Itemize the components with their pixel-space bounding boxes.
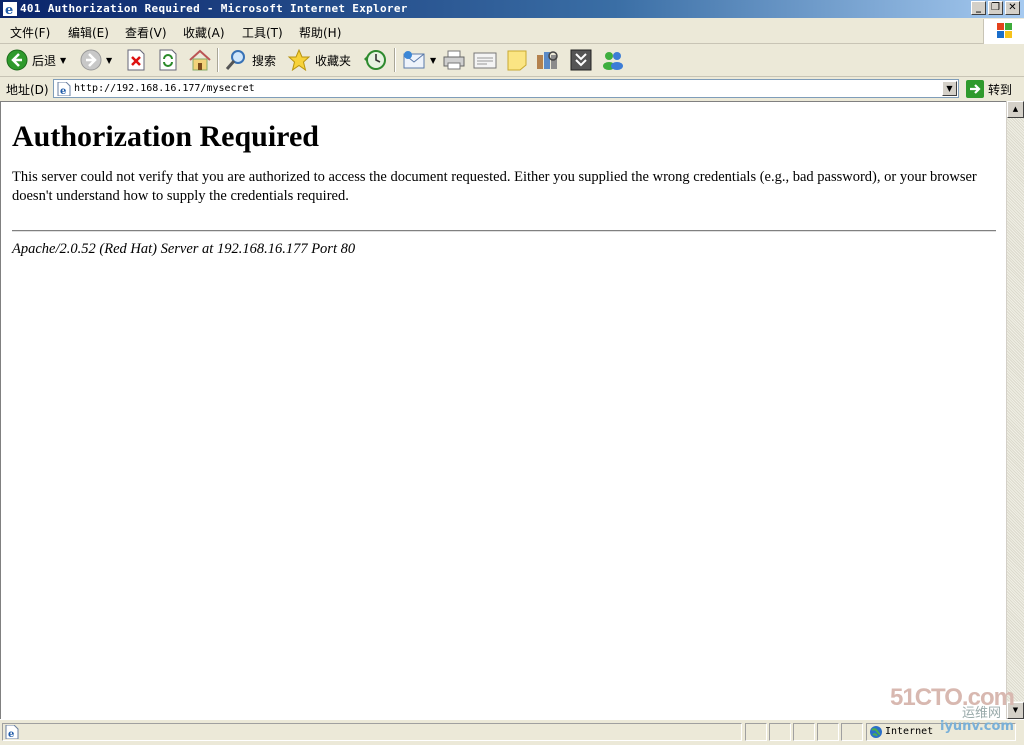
- minimize-button[interactable]: _: [971, 1, 986, 15]
- window-title: 401 Authorization Required - Microsoft I…: [20, 2, 408, 15]
- search-icon: [225, 50, 245, 70]
- windows-logo-icon: [983, 19, 1024, 44]
- edit-page-icon: [473, 52, 497, 69]
- site-watermark: 51CTO.com 运维网 iyunv.com: [890, 684, 1020, 742]
- sticky-note-icon: [507, 50, 527, 71]
- back-label: 后退: [32, 53, 57, 68]
- address-label: 地址(D): [6, 83, 49, 97]
- svg-text:e: e: [60, 86, 66, 96]
- page-heading: Authorization Required: [12, 120, 319, 153]
- standard-toolbar: 后退 ▼ ▼ 搜索 收藏夹 ▼: [0, 44, 1024, 77]
- stop-icon: [127, 49, 145, 71]
- error-message: This server could not verify that you ar…: [12, 169, 977, 204]
- page-icon: e: [57, 81, 71, 99]
- refresh-icon: [159, 49, 177, 71]
- restore-button[interactable]: ❐: [988, 1, 1003, 15]
- mail-icon: [403, 51, 425, 69]
- menu-bar: 文件(F) 编辑(E) 查看(V) 收藏(A) 工具(T) 帮助(H): [0, 19, 1024, 44]
- edit-button[interactable]: [472, 47, 498, 73]
- status-page-icon: e: [5, 724, 19, 742]
- favorites-label: 收藏夹: [315, 53, 352, 68]
- favorites-star-icon: [287, 49, 311, 71]
- scroll-track[interactable]: [1007, 118, 1024, 701]
- menu-file[interactable]: 文件(F): [10, 24, 50, 41]
- toolbar-extension-button[interactable]: [569, 47, 593, 73]
- discuss-button[interactable]: [505, 47, 529, 73]
- print-button[interactable]: [442, 47, 466, 73]
- forward-button[interactable]: ▼: [80, 47, 112, 73]
- research-icon: [537, 51, 558, 69]
- toolbar-separator: [217, 48, 219, 72]
- status-panel: [841, 723, 863, 741]
- extension-icon: [570, 49, 592, 71]
- window-titlebar[interactable]: e 401 Authorization Required - Microsoft…: [0, 0, 1024, 18]
- svg-text:e: e: [8, 729, 14, 739]
- favorites-button[interactable]: 收藏夹: [287, 47, 351, 73]
- globe-icon: [869, 725, 883, 742]
- status-panel: [817, 723, 839, 741]
- address-bar: 地址(D) e http://192.168.16.177/mysecret ▼…: [0, 77, 1024, 101]
- page-viewport[interactable]: Authorization Required This server could…: [0, 101, 1006, 719]
- history-button[interactable]: [362, 47, 388, 73]
- back-dropdown-icon[interactable]: ▼: [60, 56, 66, 65]
- page-content: Authorization Required This server could…: [12, 102, 998, 259]
- watermark-sub: iyunv.com: [940, 719, 1014, 734]
- printer-icon: [443, 50, 465, 70]
- address-url: http://192.168.16.177/mysecret: [74, 83, 255, 94]
- status-panel: [745, 723, 767, 741]
- menu-view[interactable]: 查看(V): [125, 24, 167, 41]
- search-button[interactable]: 搜索: [224, 47, 276, 73]
- address-input[interactable]: e http://192.168.16.177/mysecret ▼: [53, 79, 959, 98]
- server-signature: Apache/2.0.52 (Red Hat) Server at 192.16…: [12, 241, 356, 257]
- status-panel: [793, 723, 815, 741]
- go-label: 转到: [988, 82, 1013, 97]
- menu-help[interactable]: 帮助(H): [299, 24, 341, 41]
- vertical-scrollbar[interactable]: ▲ ▼: [1006, 101, 1024, 719]
- close-button[interactable]: ✕: [1005, 1, 1020, 15]
- status-bar: e Internet: [0, 719, 1024, 745]
- forward-arrow-icon: [80, 49, 102, 71]
- menu-tools[interactable]: 工具(T): [242, 24, 283, 41]
- scroll-up-button[interactable]: ▲: [1007, 101, 1024, 118]
- mail-dropdown-icon[interactable]: ▼: [430, 56, 436, 65]
- menu-favorites[interactable]: 收藏(A): [183, 24, 225, 41]
- status-panel: [769, 723, 791, 741]
- refresh-button[interactable]: [158, 47, 178, 73]
- ie-icon: e: [3, 2, 17, 18]
- toolbar-separator: [394, 48, 396, 72]
- svg-text:e: e: [5, 3, 13, 16]
- forward-dropdown-icon[interactable]: ▼: [106, 56, 112, 65]
- back-arrow-icon: [6, 49, 28, 71]
- history-icon: [364, 50, 386, 70]
- home-button[interactable]: [188, 47, 212, 73]
- home-icon: [189, 49, 211, 71]
- mail-button[interactable]: ▼: [402, 47, 436, 73]
- messenger-icon: [603, 52, 623, 70]
- menu-edit[interactable]: 编辑(E): [68, 24, 109, 41]
- search-label: 搜索: [252, 53, 277, 68]
- address-dropdown-button[interactable]: ▼: [942, 81, 957, 96]
- research-button[interactable]: [535, 47, 561, 73]
- go-button[interactable]: 转到: [966, 80, 1012, 98]
- status-text-panel: e: [2, 723, 742, 741]
- divider: [12, 230, 996, 232]
- messenger-button[interactable]: [600, 47, 626, 73]
- back-button[interactable]: 后退 ▼: [6, 47, 66, 73]
- stop-button[interactable]: [126, 47, 146, 73]
- go-arrow-icon: [966, 80, 984, 98]
